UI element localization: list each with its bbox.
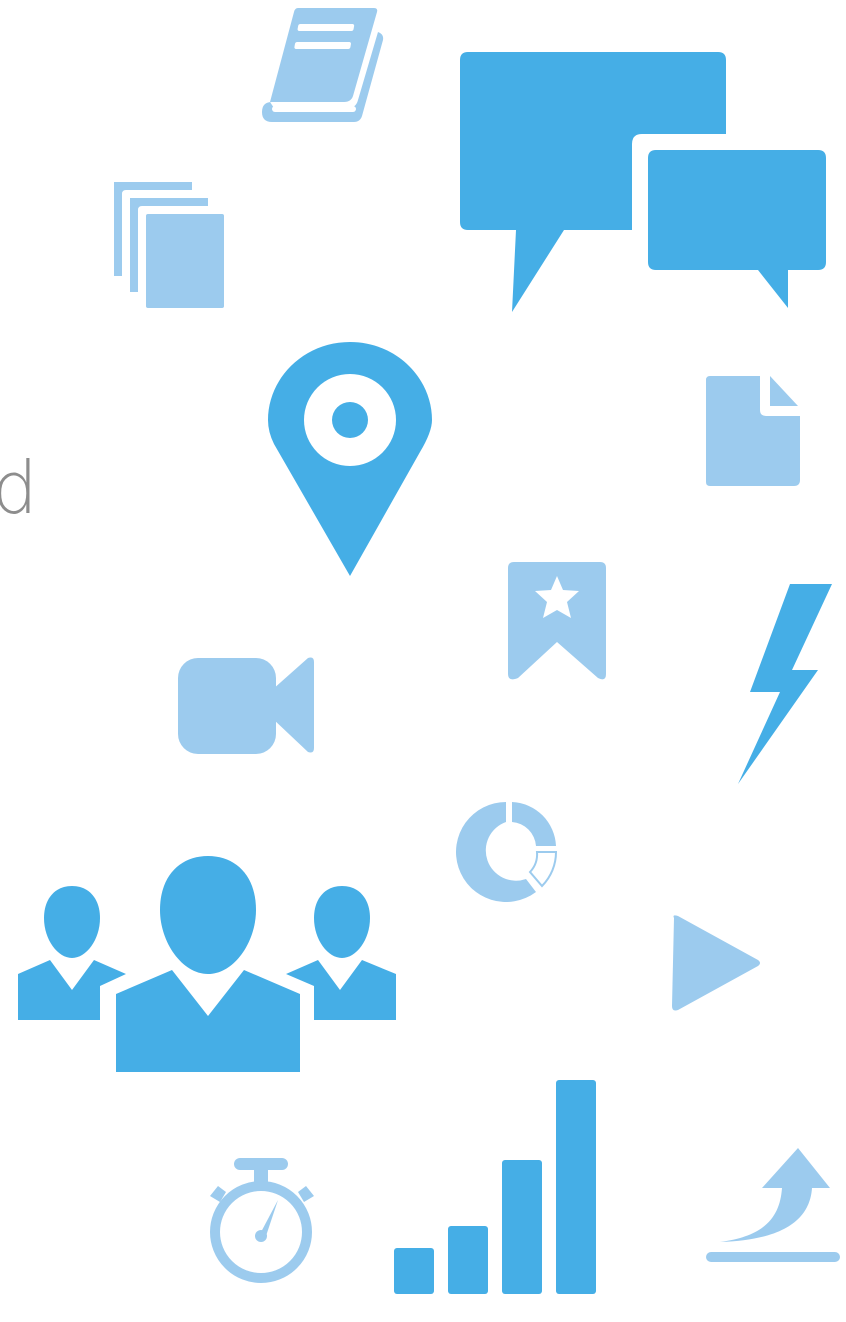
lightning-bolt-icon <box>734 582 834 786</box>
upload-arrow-icon <box>704 1146 842 1266</box>
chat-bubbles-icon <box>458 52 830 314</box>
document-stack-icon <box>112 182 228 310</box>
bar-chart-icon <box>392 1076 600 1296</box>
team-users-icon <box>14 854 400 1074</box>
location-pin-icon <box>266 340 434 578</box>
stopwatch-icon <box>204 1156 320 1286</box>
play-icon <box>670 912 762 1014</box>
icon-collage: d <box>0 0 846 1322</box>
file-icon <box>704 374 804 488</box>
cropped-text-fragment: d <box>0 446 38 530</box>
book-icon <box>258 4 392 126</box>
video-camera-icon <box>176 656 316 756</box>
donut-chart-icon <box>456 800 560 904</box>
bookmark-star-icon <box>506 562 608 682</box>
